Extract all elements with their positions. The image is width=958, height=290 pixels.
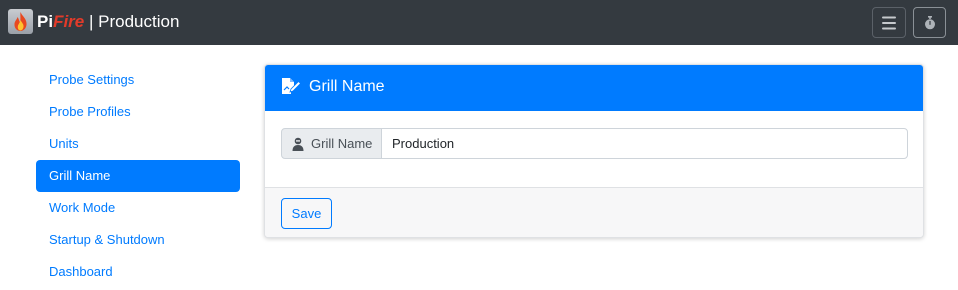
stopwatch-icon bbox=[924, 15, 935, 29]
navbar: PiFire | Production bbox=[0, 0, 958, 45]
user-icon bbox=[292, 137, 304, 151]
sidebar-item-probe-settings[interactable]: Probe Settings bbox=[36, 64, 240, 96]
grill-name-input[interactable] bbox=[381, 128, 908, 159]
flame-icon[interactable] bbox=[8, 9, 33, 34]
sidebar-item-work-mode[interactable]: Work Mode bbox=[36, 192, 240, 224]
brand-pi: Pi bbox=[37, 12, 54, 31]
settings-sidebar: Probe Settings Probe Profiles Units Gril… bbox=[36, 64, 240, 288]
timer-button[interactable] bbox=[913, 7, 946, 38]
edit-file-icon bbox=[282, 78, 301, 94]
grill-name-input-group: Grill Name bbox=[281, 128, 908, 159]
grill-name-label: Grill Name bbox=[311, 136, 373, 151]
card-body: Grill Name bbox=[265, 111, 923, 187]
sidebar-item-grill-name[interactable]: Grill Name bbox=[36, 160, 240, 192]
card-footer: Save bbox=[265, 187, 923, 237]
brand-title[interactable]: PiFire | Production bbox=[37, 12, 179, 32]
sidebar-item-units[interactable]: Units bbox=[36, 128, 240, 160]
sidebar-item-dashboard[interactable]: Dashboard bbox=[36, 256, 240, 288]
hamburger-icon bbox=[882, 16, 896, 29]
sidebar-item-probe-profiles[interactable]: Probe Profiles bbox=[36, 96, 240, 128]
brand-separator: | bbox=[88, 12, 94, 31]
menu-button[interactable] bbox=[872, 7, 906, 38]
grill-name-label-box: Grill Name bbox=[281, 128, 382, 159]
save-button[interactable]: Save bbox=[281, 198, 332, 229]
card-header: Grill Name bbox=[265, 65, 923, 111]
grill-name-title: Production bbox=[98, 12, 180, 31]
card-title: Grill Name bbox=[309, 78, 385, 95]
sidebar-item-startup-shutdown[interactable]: Startup & Shutdown bbox=[36, 224, 240, 256]
grill-name-card: Grill Name Grill Name Save bbox=[264, 64, 924, 238]
brand-fire: Fire bbox=[53, 12, 85, 31]
